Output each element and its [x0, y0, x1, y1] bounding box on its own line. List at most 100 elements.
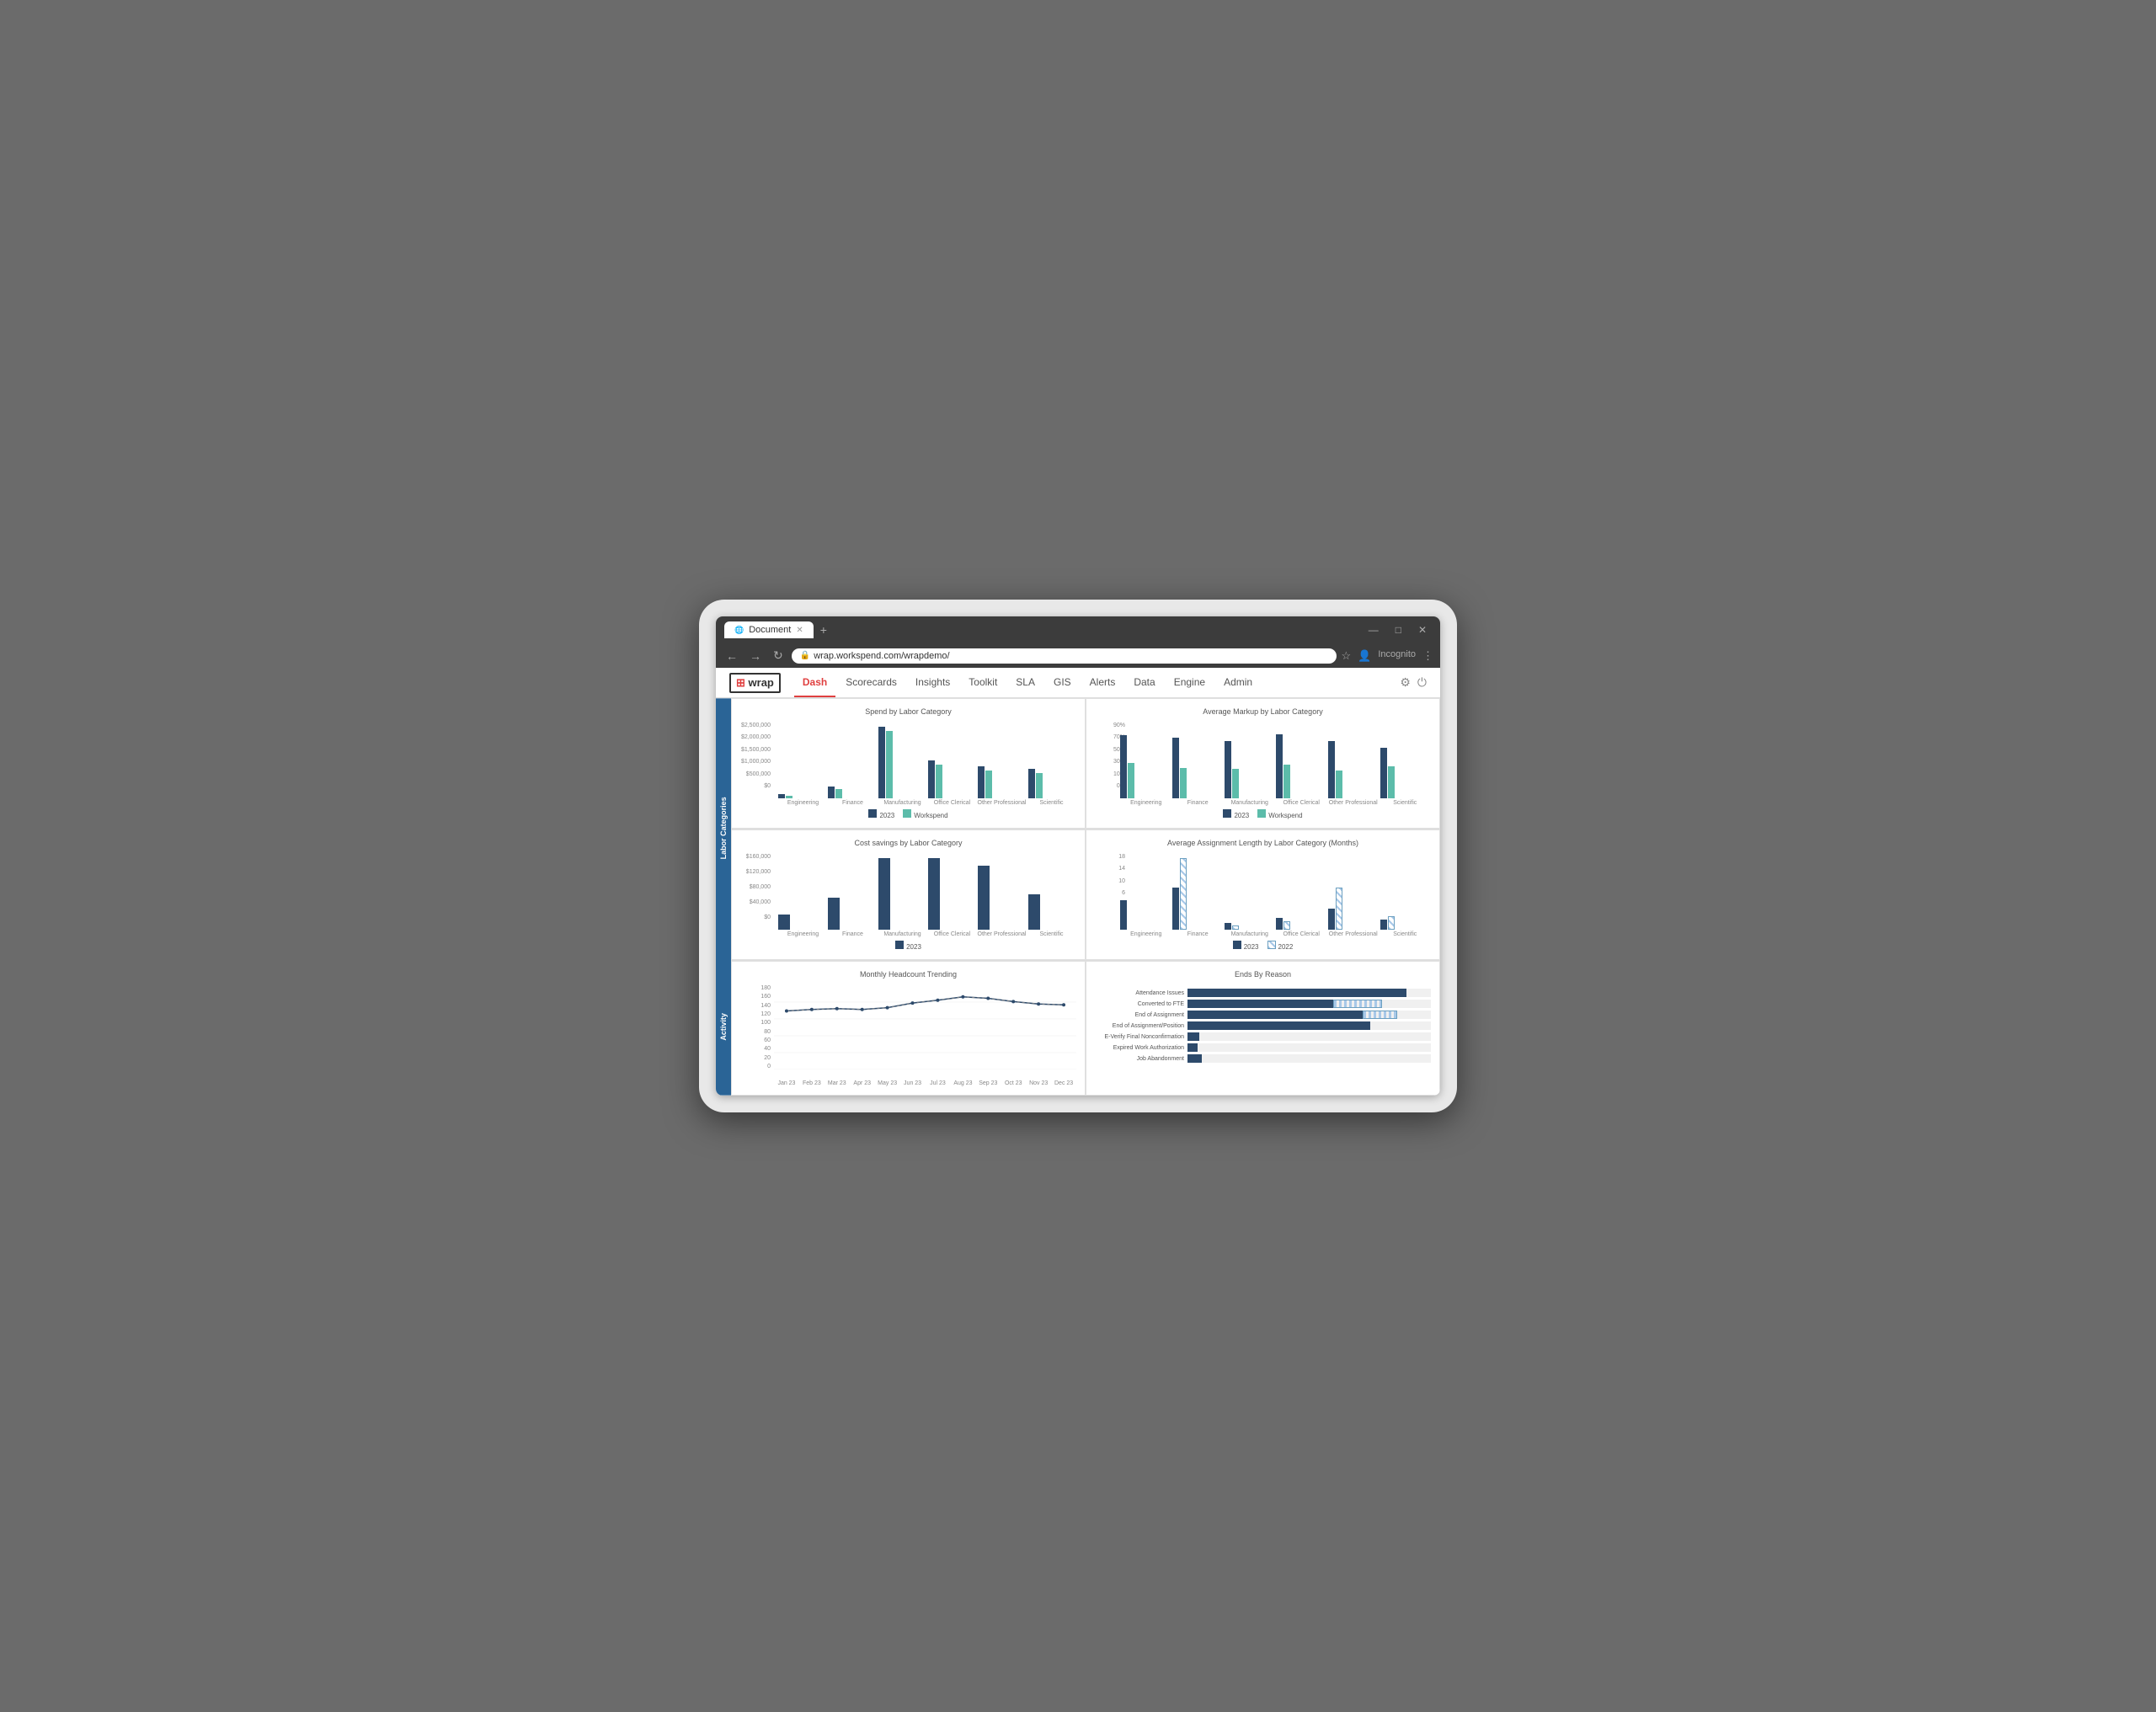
bar-group [978, 766, 1026, 798]
headcount-title: Monthly Headcount Trending [740, 970, 1076, 979]
bar-group [828, 898, 876, 930]
h-bar-track [1187, 1043, 1431, 1052]
activity-section: Monthly Headcount Trending 180 160 140 1… [731, 961, 1440, 1096]
bar-group [928, 760, 976, 798]
bar-2023 [828, 787, 835, 798]
nav-item-toolkit[interactable]: Toolkit [960, 668, 1006, 697]
address-bar[interactable]: 🔒 wrap.workspend.com/wrapdemo/ [792, 648, 1337, 664]
markup-legend: 2023 Workspend [1095, 809, 1431, 819]
headcount-chart: Monthly Headcount Trending 180 160 140 1… [731, 961, 1086, 1096]
bar-2023 [778, 794, 785, 798]
bar-ws [936, 765, 942, 798]
bar-group [778, 794, 826, 798]
app-logo: ⊞ wrap [729, 673, 781, 693]
assignment-chart: Average Assignment Length by Labor Categ… [1086, 829, 1440, 960]
h-bar-fill [1187, 1032, 1199, 1041]
list-item: Attendance Issues [1095, 989, 1431, 997]
h-bar-fill-hatched [1363, 1011, 1396, 1019]
assignment-legend: 2023 2022 [1095, 941, 1431, 951]
bar-group [1120, 900, 1171, 930]
logo-icon: ⊞ [736, 676, 745, 689]
bar-ws [786, 796, 792, 798]
tab-close-btn[interactable]: ✕ [796, 626, 803, 635]
cost-savings-legend: 2023 [740, 941, 1076, 951]
h-bar-label: End of Assignment/Position [1095, 1023, 1187, 1029]
bar-group [778, 915, 826, 930]
h-bar-fill [1187, 1054, 1202, 1063]
list-item: End of Assignment [1095, 1011, 1431, 1019]
close-btn[interactable]: ✕ [1413, 622, 1432, 637]
spend-legend: 2023 Workspend [740, 809, 1076, 819]
browser-tab[interactable]: 🌐 Document ✕ [724, 621, 814, 638]
h-bar-fill-dark [1187, 1000, 1333, 1008]
toolbar-icons: ☆ 👤 Incognito ⋮ [1342, 649, 1434, 663]
h-bar-track [1187, 1000, 1431, 1008]
chart-row-1: Spend by Labor Category $2,500,000 $2,00… [731, 698, 1440, 829]
cost-savings-title: Cost savings by Labor Category [740, 839, 1076, 847]
back-btn[interactable]: ← [723, 648, 741, 664]
h-bar-label: Converted to FTE [1095, 1001, 1187, 1007]
h-bar-track [1187, 1032, 1431, 1041]
menu-icon[interactable]: ⋮ [1422, 649, 1433, 663]
headcount-x-labels: Jan 23 Feb 23 Mar 23 Apr 23 May 23 Jun 2… [740, 1080, 1076, 1086]
nav-item-data[interactable]: Data [1125, 668, 1163, 697]
headcount-y-axis: 180 160 140 120 100 80 60 40 20 0 [740, 985, 772, 1069]
h-bar-track [1187, 989, 1431, 997]
spend-x-labels: Engineering Finance Manufacturing Office… [740, 800, 1076, 806]
bar-2023 [978, 766, 985, 798]
forward-btn[interactable]: → [746, 648, 765, 664]
dashboard: Labor Categories Activity Spend by Labor… [716, 698, 1440, 1096]
bar-group [878, 727, 926, 798]
url-display: wrap.workspend.com/wrapdemo/ [814, 651, 949, 661]
nav-item-insights[interactable]: Insights [907, 668, 958, 697]
bar-group [1380, 916, 1431, 930]
settings-icon[interactable]: ⚙ [1400, 675, 1411, 690]
h-bar-fill-hatched [1333, 1000, 1382, 1008]
bar-2023 [928, 760, 935, 798]
minimize-btn[interactable]: — [1364, 622, 1384, 637]
h-bar-track [1187, 1054, 1431, 1063]
new-tab-btn[interactable]: + [820, 623, 827, 637]
labor-categories-label: Labor Categories [716, 698, 731, 958]
tab-title: Document [749, 625, 791, 635]
h-bar-label: Attendance Issues [1095, 990, 1187, 996]
markup-chart: Average Markup by Labor Category 90% 70%… [1086, 698, 1440, 829]
cost-savings-chart: Cost savings by Labor Category $160,000 … [731, 829, 1086, 960]
incognito-label: Incognito [1378, 649, 1416, 663]
nav-item-engine[interactable]: Engine [1166, 668, 1214, 697]
list-item: Job Abandonment [1095, 1054, 1431, 1063]
power-icon[interactable]: ⏻ [1417, 675, 1427, 690]
nav-right: ⚙ ⏻ [1400, 675, 1427, 690]
bar-group [1120, 735, 1171, 798]
star-icon[interactable]: ☆ [1342, 649, 1352, 663]
chart-row-2: Cost savings by Labor Category $160,000 … [731, 829, 1440, 961]
nav-item-scorecards[interactable]: Scorecards [837, 668, 905, 697]
assignment-x-labels: Engineering Finance Manufacturing Office… [1095, 931, 1431, 937]
h-bar-fill [1187, 989, 1406, 997]
app-nav: ⊞ wrap Dash Scorecards Insights Toolkit … [716, 668, 1440, 698]
profile-icon[interactable]: 👤 [1358, 649, 1371, 663]
titlebar-controls: — □ ✕ [1364, 622, 1432, 637]
spend-chart: Spend by Labor Category $2,500,000 $2,00… [731, 698, 1086, 829]
bar-group [878, 858, 926, 930]
h-bar-label: End of Assignment [1095, 1012, 1187, 1018]
activity-label: Activity [716, 958, 731, 1096]
maximize-btn[interactable]: □ [1390, 622, 1406, 637]
bar-2023 [1028, 769, 1035, 798]
nav-items: Dash Scorecards Insights Toolkit SLA GIS [794, 668, 1261, 697]
h-bar-fill-dark [1187, 1011, 1363, 1019]
bar-group [928, 858, 976, 930]
nav-item-admin[interactable]: Admin [1215, 668, 1261, 697]
nav-item-alerts[interactable]: Alerts [1081, 668, 1124, 697]
bar-ws [1036, 773, 1043, 798]
markup-chart-title: Average Markup by Labor Category [1095, 707, 1431, 716]
nav-item-gis[interactable]: GIS [1045, 668, 1080, 697]
assignment-title: Average Assignment Length by Labor Categ… [1095, 839, 1431, 847]
list-item: End of Assignment/Position [1095, 1021, 1431, 1030]
spend-bar-chart [740, 723, 1076, 798]
refresh-btn[interactable]: ↻ [770, 647, 787, 664]
nav-item-dash[interactable]: Dash [794, 668, 835, 697]
bar-group [1028, 894, 1076, 930]
bar-group [1172, 738, 1223, 798]
nav-item-sla[interactable]: SLA [1007, 668, 1043, 697]
